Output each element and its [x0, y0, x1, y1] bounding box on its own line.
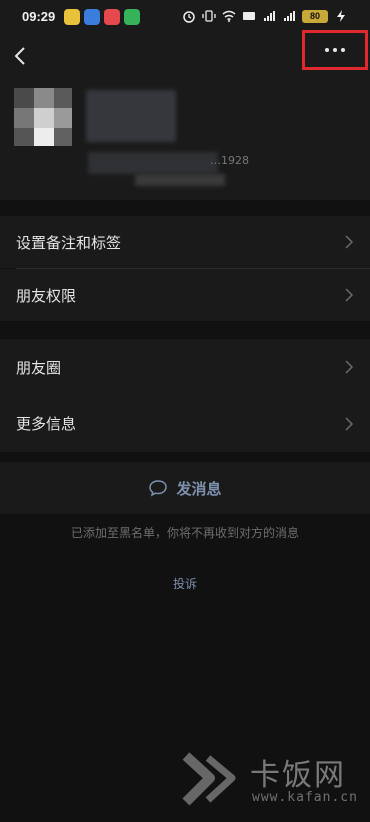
watermark: 卡饭网 www.kafan.cn — [180, 742, 370, 822]
send-message-label: 发消息 — [176, 479, 222, 498]
chevron-right-icon — [345, 235, 354, 249]
settings-row-remark-tags[interactable]: 设置备注和标签 — [0, 216, 370, 268]
avatar[interactable] — [14, 88, 72, 146]
blacklist-notice: 已添加至黑名单，你将不再收到对方的消息 — [70, 526, 299, 540]
settings-row-more-info[interactable]: 更多信息 — [0, 395, 370, 452]
wechat-id-redacted — [88, 152, 218, 174]
watermark-brand: 卡饭网 — [250, 758, 346, 793]
row-label: 设置备注和标签 — [16, 233, 122, 252]
chevron-right-icon — [345, 416, 354, 431]
chevron-right-icon — [345, 288, 354, 302]
more-dots-icon — [341, 48, 345, 52]
nickname-redacted — [86, 90, 176, 142]
more-dots-icon — [325, 48, 329, 52]
alarm-icon — [183, 11, 195, 23]
chat-bubble-icon — [149, 480, 168, 497]
section-gap — [0, 200, 370, 216]
section-gap — [0, 452, 370, 462]
row-label: 朋友权限 — [16, 286, 77, 305]
battery-indicator: 80 — [302, 9, 328, 23]
signal-2-icon — [284, 11, 295, 21]
status-time: 09:29 — [22, 9, 56, 24]
chevron-left-icon — [14, 47, 25, 65]
app-notification-icon — [124, 9, 140, 25]
region-redacted — [135, 174, 225, 186]
signal-icon — [264, 11, 275, 21]
wechat-id-suffix: …1928 — [210, 154, 249, 167]
more-dots-icon — [333, 48, 337, 52]
system-icons: 80 — [182, 9, 348, 23]
section-gap — [0, 321, 370, 339]
wifi-icon — [222, 10, 236, 22]
app-notification-icon — [104, 9, 120, 25]
more-options-button[interactable] — [302, 30, 368, 70]
row-label: 更多信息 — [16, 415, 77, 433]
hd-icon — [243, 12, 255, 20]
charging-icon — [337, 10, 345, 22]
profile-header: …1928 — [0, 78, 370, 200]
settings-row-moments[interactable]: 朋友圈 — [0, 339, 370, 395]
back-button[interactable] — [10, 42, 32, 70]
app-notification-icon — [84, 9, 100, 25]
settings-row-friend-permissions[interactable]: 朋友权限 — [0, 269, 370, 321]
app-notification-icon — [64, 9, 80, 25]
send-message-button[interactable]: 发消息 — [0, 462, 370, 514]
status-bar: 09:29 80 — [0, 0, 370, 34]
vibrate-icon — [202, 10, 216, 22]
row-label: 朋友圈 — [16, 358, 62, 377]
chevron-right-icon — [345, 360, 354, 374]
watermark-url: www.kafan.cn — [252, 790, 358, 805]
notification-app-icons — [64, 9, 140, 25]
report-link[interactable]: 投诉 — [0, 575, 370, 592]
kafan-logo-icon — [182, 752, 236, 806]
